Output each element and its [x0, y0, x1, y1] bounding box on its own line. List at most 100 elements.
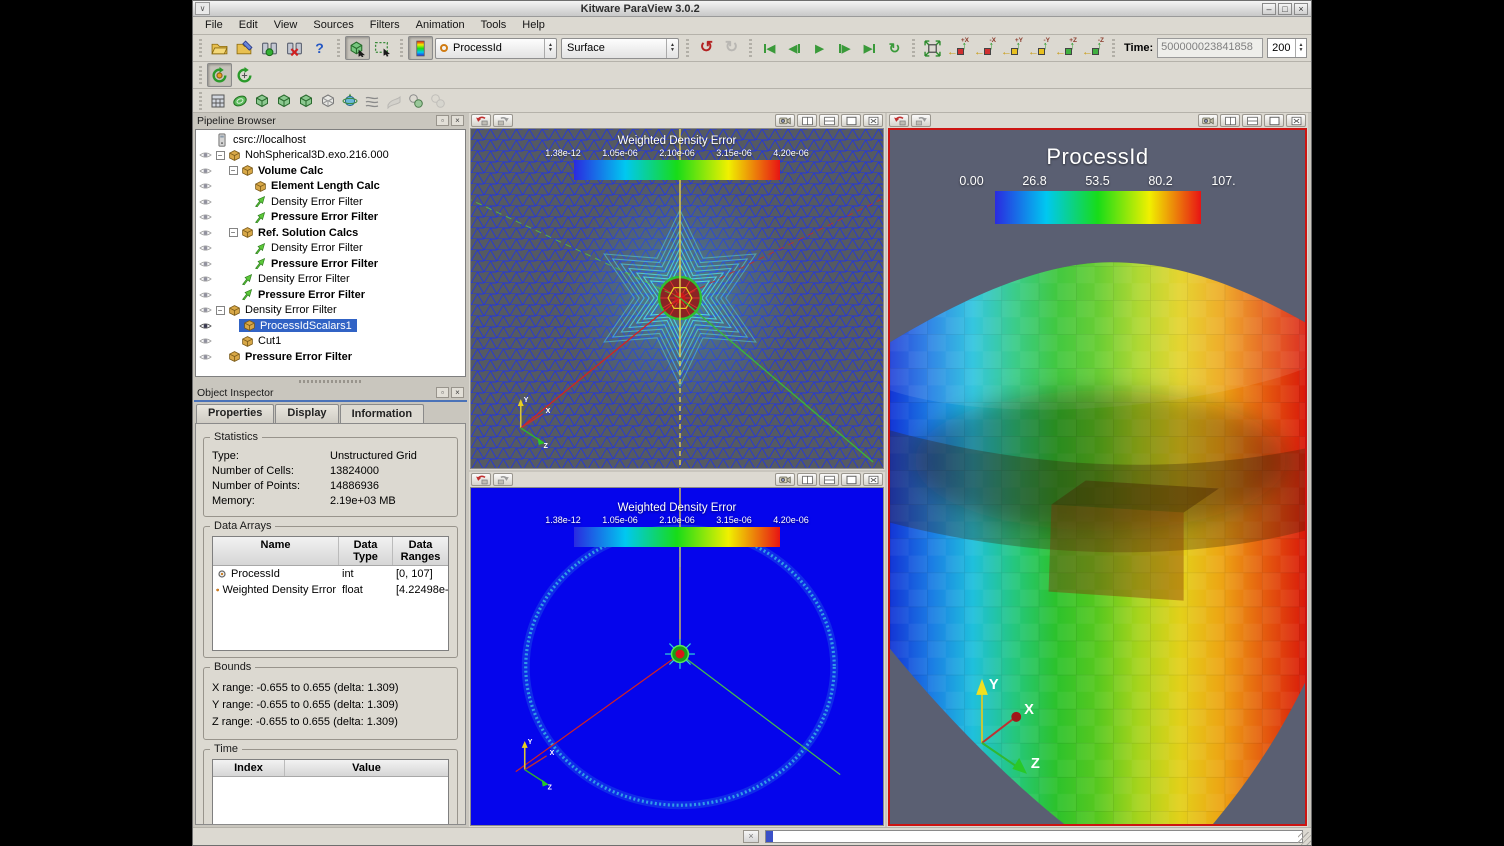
tree-expander[interactable]: − [214, 151, 226, 160]
visibility-eye-icon[interactable] [196, 166, 214, 176]
menu-view[interactable]: View [266, 17, 306, 34]
visibility-eye-icon[interactable] [196, 290, 214, 300]
viewport[interactable]: Y X Z Weighted Density Error 1.38e-12 1.… [470, 128, 884, 469]
menu-sources[interactable]: Sources [305, 17, 361, 34]
tab-properties[interactable]: Properties [196, 404, 274, 423]
lookmark-button[interactable] [775, 473, 795, 486]
maximize-button[interactable]: □ [1278, 3, 1292, 15]
loop-button[interactable]: ↻ [882, 36, 907, 60]
close-button[interactable]: × [1294, 3, 1308, 15]
open-button[interactable] [207, 36, 232, 60]
plot-filter-button[interactable] [427, 91, 449, 111]
camera-plus-y-button[interactable]: +Y↑← [999, 36, 1026, 60]
menu-filters[interactable]: Filters [362, 17, 408, 34]
abort-progress-button[interactable]: × [743, 830, 759, 843]
camera-minus-z-button[interactable]: -Z↑← [1080, 36, 1107, 60]
camera-undo-button[interactable] [471, 114, 491, 127]
split-vertical-button[interactable] [1242, 114, 1262, 127]
toolbar-grip[interactable] [747, 39, 754, 57]
play-button[interactable]: ▶ [807, 36, 832, 60]
menu-file[interactable]: File [197, 17, 231, 34]
visibility-eye-icon[interactable] [196, 336, 214, 346]
color-legend[interactable]: Weighted Density Error 1.38e-12 1.05e-06… [544, 502, 810, 547]
toolbar-grip[interactable] [197, 92, 204, 110]
visibility-eye-icon[interactable] [196, 352, 214, 362]
visibility-eye-icon[interactable] [196, 181, 214, 191]
pipeline-item[interactable]: −NohSpherical3D.exo.216.000 [196, 148, 465, 164]
panel-close-button[interactable]: × [451, 387, 464, 398]
pipeline-item[interactable]: Pressure Error Filter [196, 287, 465, 303]
color-legend[interactable]: Weighted Density Error 1.38e-12 1.05e-06… [544, 135, 810, 180]
toolbar-grip[interactable] [398, 39, 405, 57]
camera-redo-button[interactable] [493, 473, 513, 486]
rubber-band-select-button[interactable] [370, 36, 395, 60]
pipeline-item[interactable]: Pressure Error Filter [196, 210, 465, 226]
clip-filter-button[interactable] [251, 91, 273, 111]
camera-plus-x-button[interactable]: +X↑← [945, 36, 972, 60]
maximize-view-button[interactable] [841, 114, 861, 127]
redo-button[interactable]: ↻ [719, 36, 744, 60]
next-frame-button[interactable]: ▶ [832, 36, 857, 60]
slice-filter-button[interactable] [273, 91, 295, 111]
visibility-eye-icon[interactable] [196, 274, 214, 284]
representation-combo[interactable]: Surface ▲▼ [561, 38, 679, 59]
table-row[interactable]: ProcessId int [0, 107] [213, 566, 448, 582]
connect-button[interactable] [257, 36, 282, 60]
toolbar-grip[interactable] [197, 66, 204, 84]
split-vertical-button[interactable] [819, 114, 839, 127]
visibility-eye-icon[interactable] [196, 150, 214, 160]
pipeline-item[interactable]: Density Error Filter [196, 194, 465, 210]
pick-center-button[interactable] [232, 63, 257, 87]
pipeline-item[interactable]: Element Length Calc [196, 179, 465, 195]
split-horizontal-button[interactable] [1220, 114, 1240, 127]
time-value-field[interactable]: 500000023841858 [1157, 38, 1263, 58]
edit-color-map-button[interactable] [408, 36, 433, 60]
visibility-eye-icon[interactable] [196, 321, 214, 331]
resize-grip-icon[interactable] [1298, 832, 1311, 845]
table-row[interactable]: Weighted Density Error float [4.22498e-1… [213, 582, 448, 598]
title-bar[interactable]: ∨ Kitware ParaView 3.0.2 – □ × [193, 1, 1311, 17]
camera-minus-y-button[interactable]: -Y↑← [1026, 36, 1053, 60]
pipeline-item-selected[interactable]: ProcessIdScalars1 [196, 318, 465, 334]
visibility-eye-icon[interactable] [196, 259, 214, 269]
menu-edit[interactable]: Edit [231, 17, 266, 34]
panel-float-button[interactable]: ▫ [436, 115, 449, 126]
calculator-filter-button[interactable] [207, 91, 229, 111]
toolbar-grip[interactable] [335, 39, 342, 57]
menu-tools[interactable]: Tools [473, 17, 515, 34]
panel-splitter[interactable] [193, 377, 468, 385]
disconnect-button[interactable] [282, 36, 307, 60]
extract-subset-button[interactable] [317, 91, 339, 111]
split-horizontal-button[interactable] [797, 473, 817, 486]
tab-display[interactable]: Display [275, 404, 338, 423]
visibility-eye-icon[interactable] [196, 197, 214, 207]
camera-undo-button[interactable] [471, 473, 491, 486]
panel-float-button[interactable]: ▫ [436, 387, 449, 398]
select-cells-on-button[interactable] [345, 36, 370, 60]
toolbar-grip[interactable] [684, 39, 691, 57]
tree-expander[interactable]: − [227, 228, 239, 237]
pipeline-item[interactable]: Pressure Error Filter [196, 349, 465, 365]
lookmark-button[interactable] [775, 114, 795, 127]
tree-expander[interactable]: − [227, 166, 239, 175]
pipeline-item-server[interactable]: csrc://localhost [196, 132, 465, 148]
color-by-combo[interactable]: ProcessId ▲▼ [435, 38, 557, 59]
tree-expander[interactable]: − [214, 306, 226, 315]
warp-filter-button[interactable] [383, 91, 405, 111]
first-frame-button[interactable]: ◀ [757, 36, 782, 60]
toolbar-grip[interactable] [1110, 39, 1117, 57]
processid-block-scene[interactable]: Y X Z [890, 130, 1305, 824]
contour-filter-button[interactable] [229, 91, 251, 111]
spinbox-arrows-icon[interactable]: ▲▼ [1295, 39, 1307, 57]
lookmark-button[interactable] [1198, 114, 1218, 127]
split-vertical-button[interactable] [819, 473, 839, 486]
close-view-button[interactable] [863, 473, 883, 486]
menu-help[interactable]: Help [514, 17, 553, 34]
pipeline-item[interactable]: −Density Error Filter [196, 303, 465, 319]
visibility-eye-icon[interactable] [196, 228, 214, 238]
pipeline-item[interactable]: Pressure Error Filter [196, 256, 465, 272]
toolbar-grip[interactable] [910, 39, 917, 57]
help-button[interactable]: ? [307, 36, 332, 60]
maximize-view-button[interactable] [841, 473, 861, 486]
close-view-button[interactable] [1286, 114, 1306, 127]
